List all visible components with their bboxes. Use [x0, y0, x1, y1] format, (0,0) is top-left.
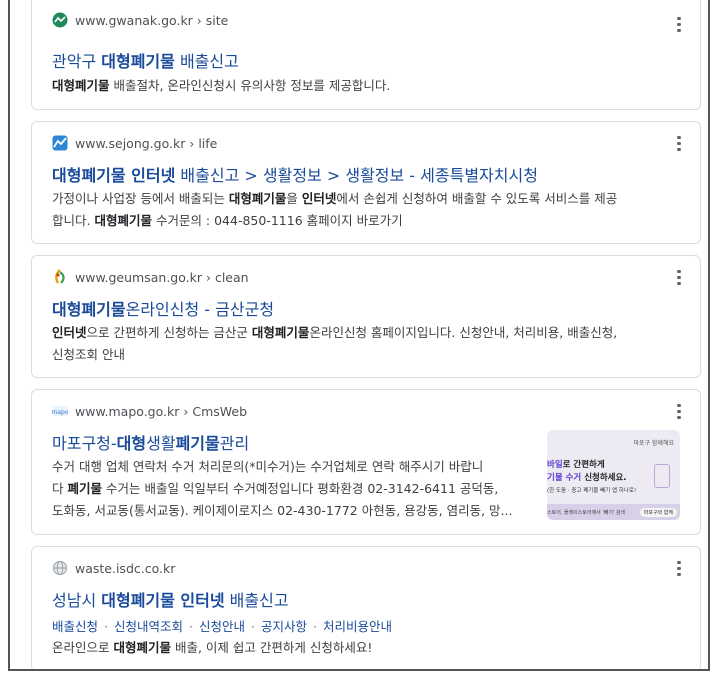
- sitelinks: 배출신청 · 신청내역조회 · 신청안내 · 공지사항 · 처리비용안내: [52, 619, 393, 634]
- result-path: › CmsWeb: [179, 403, 248, 419]
- result-domain: www.geumsan.go.kr: [75, 269, 203, 285]
- sitelink-신청내역조회[interactable]: 신청내역조회: [114, 619, 183, 634]
- result-path: › clean: [202, 269, 249, 285]
- sitelink-처리비용안내[interactable]: 처리비용안내: [323, 619, 392, 634]
- result-snippet-line-2: 신청조회 안내: [52, 347, 125, 362]
- result-snippet-line-2: 다 폐기물 수거는 배출일 익일부터 수거예정입니다 평화환경 02-3142-…: [52, 481, 499, 496]
- thumb-line-3: (한 도움 · 중고 폐기물 빼기 앱 하나로!: [547, 488, 637, 494]
- search-result-mapo: mapo www.mapo.go.kr › CmsWeb 마포구청-대형생활폐기…: [31, 389, 701, 535]
- sejong-favicon-icon: [52, 135, 68, 151]
- geumsan-favicon-icon: [52, 269, 68, 285]
- more-vert-icon[interactable]: [676, 134, 682, 152]
- thumb-line-1: 바일로 간편하게: [547, 460, 605, 470]
- result-source[interactable]: waste.isdc.co.kr: [52, 559, 175, 577]
- mapo-favicon-icon: mapo: [51, 403, 69, 419]
- result-snippet-line-1: 가정이나 사업장 등에서 배출되는 대형폐기물을 인터넷에서 손쉽게 신청하여 …: [52, 191, 618, 206]
- thumb-footer: 스토어, 플레이스토어에서 '빼기' 검색: [547, 510, 626, 516]
- result-snippet-line-3: 도화동, 서교동(통서교동). 케이제이로지스 02-430-1772 아현동,…: [52, 503, 513, 518]
- more-vert-icon[interactable]: [676, 559, 682, 577]
- search-result-isdc: waste.isdc.co.kr 성남시 대형폐기물 인터넷 배출신고 배출신청…: [31, 546, 701, 669]
- more-vert-icon[interactable]: [676, 15, 682, 33]
- svg-text:mapo: mapo: [52, 409, 68, 416]
- search-results-frame: www.gwanak.go.kr › site 관악구 대형폐기물 배출신고 대…: [8, 0, 710, 671]
- result-snippet-line-2: 합니다. 대형폐기물 수거문의 : 044-850-1116 홈페이지 바로가기: [52, 213, 403, 228]
- globe-favicon-icon: [52, 560, 68, 576]
- result-path: › life: [185, 135, 218, 151]
- result-snippet-line-1: 인터넷으로 간편하게 신청하는 금산군 대형폐기물온라인신청 홈페이지입니다. …: [52, 325, 618, 340]
- search-result-sejong: www.sejong.go.kr › life 대형폐기물 인터넷 배출신고 >…: [31, 121, 701, 244]
- result-snippet: 대형폐기물 배출절차, 온라인신청시 유의사항 정보를 제공합니다.: [52, 78, 391, 93]
- thumb-line-2: 기물 수거 신청하세요.: [547, 473, 627, 483]
- result-title[interactable]: 관악구 대형폐기물 배출신고: [52, 48, 239, 72]
- result-thumbnail[interactable]: 마포구 함께해요 바일로 간편하게 기물 수거 신청하세요. (한 도움 · 중…: [547, 430, 680, 520]
- result-source[interactable]: www.geumsan.go.kr › clean: [52, 268, 249, 286]
- thumb-header: 마포구 함께해요: [633, 440, 674, 447]
- result-domain: www.mapo.go.kr: [75, 403, 180, 419]
- sitelink-배출신청[interactable]: 배출신청: [52, 619, 98, 634]
- result-domain: waste.isdc.co.kr: [75, 560, 176, 576]
- search-result-geumsan: www.geumsan.go.kr › clean 대형폐기물온라인신청 - 금…: [31, 255, 701, 378]
- result-snippet: 온라인으로 대형폐기물 배출, 이제 쉽고 간편하게 신청하세요!: [52, 640, 373, 655]
- more-vert-icon[interactable]: [676, 268, 682, 286]
- result-title[interactable]: 대형폐기물온라인신청 - 금산군청: [52, 296, 274, 320]
- result-source[interactable]: www.gwanak.go.kr › site: [52, 11, 228, 29]
- sitelink-신청안내[interactable]: 신청안내: [199, 619, 245, 634]
- result-snippet-line-1: 수거 대행 업체 연락처 수거 처리문의(*미수거)는 수거업체로 연락 해주시…: [52, 459, 484, 474]
- thumb-badge: 마포구와 함께: [639, 508, 677, 517]
- result-title[interactable]: 마포구청-대형생활폐기물관리: [52, 430, 249, 454]
- more-vert-icon[interactable]: [676, 402, 682, 420]
- phone-icon: [654, 464, 670, 488]
- result-path: › site: [192, 12, 229, 28]
- search-result-gwanak: www.gwanak.go.kr › site 관악구 대형폐기물 배출신고 대…: [31, 0, 701, 110]
- result-source[interactable]: www.sejong.go.kr › life: [52, 134, 217, 152]
- result-source[interactable]: mapo www.mapo.go.kr › CmsWeb: [51, 402, 248, 420]
- gwanak-favicon-icon: [52, 12, 68, 28]
- result-title[interactable]: 성남시 대형폐기물 인터넷 배출신고: [52, 587, 289, 611]
- result-domain: www.sejong.go.kr: [75, 135, 186, 151]
- result-title[interactable]: 대형폐기물 인터넷 배출신고 > 생활정보 > 생활정보 - 세종특별자치시청: [52, 162, 538, 186]
- sitelink-공지사항[interactable]: 공지사항: [261, 619, 307, 634]
- result-domain: www.gwanak.go.kr: [75, 12, 193, 28]
